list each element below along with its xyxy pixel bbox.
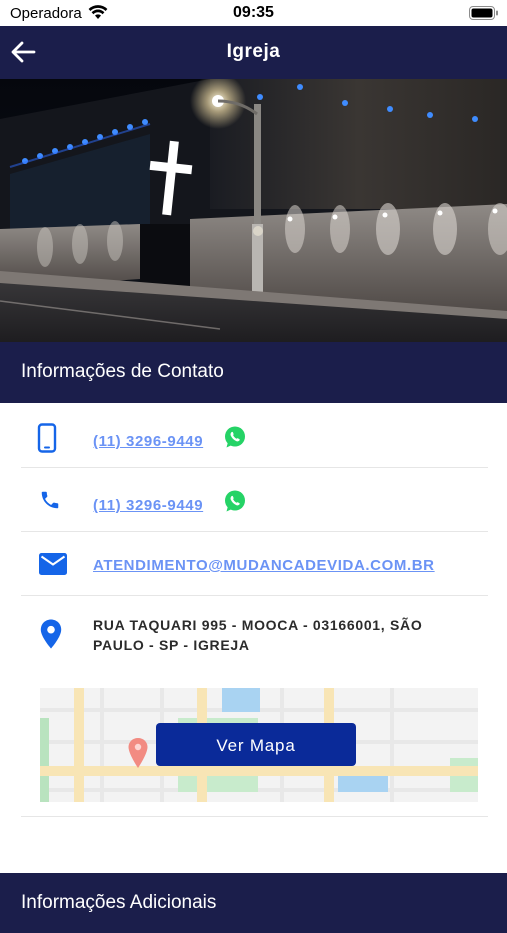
contact-section-title: Informações de Contato — [21, 361, 224, 382]
status-bar: Operadora 09:35 — [0, 0, 507, 26]
battery-icon — [469, 6, 498, 20]
whatsapp-icon[interactable] — [223, 425, 247, 449]
nav-bar: Igreja — [0, 26, 507, 79]
page-title: Igreja — [226, 41, 281, 62]
phone-icon — [41, 491, 59, 509]
landline-phone-link[interactable]: (11) 3296-9449 — [93, 497, 203, 514]
view-map-button[interactable]: Ver Mapa — [156, 723, 356, 766]
mobile-phone-link[interactable]: (11) 3296-9449 — [93, 433, 203, 450]
contact-section-header: Informações de Contato — [0, 342, 507, 403]
smartphone-icon — [37, 423, 57, 453]
contact-row-email: ATENDIMENTO@MUDANCADEVIDA.COM.BR — [21, 531, 488, 596]
whatsapp-icon[interactable] — [223, 489, 247, 513]
status-time: 09:35 — [233, 4, 274, 21]
address-text: RUA TAQUARI 995 - MOOCA - 03166001, SÃO … — [93, 617, 423, 653]
church-photo — [0, 79, 507, 342]
email-link[interactable]: ATENDIMENTO@MUDANCADEVIDA.COM.BR — [93, 557, 435, 574]
map-pin-icon — [40, 619, 62, 649]
contact-row-mobile: (11) 3296-9449 — [21, 403, 488, 468]
contact-row-phone: (11) 3296-9449 — [21, 467, 488, 532]
additional-info-section-header: Informações Adicionais — [0, 873, 507, 933]
mail-icon — [39, 553, 67, 575]
additional-info-title: Informações Adicionais — [21, 892, 217, 913]
